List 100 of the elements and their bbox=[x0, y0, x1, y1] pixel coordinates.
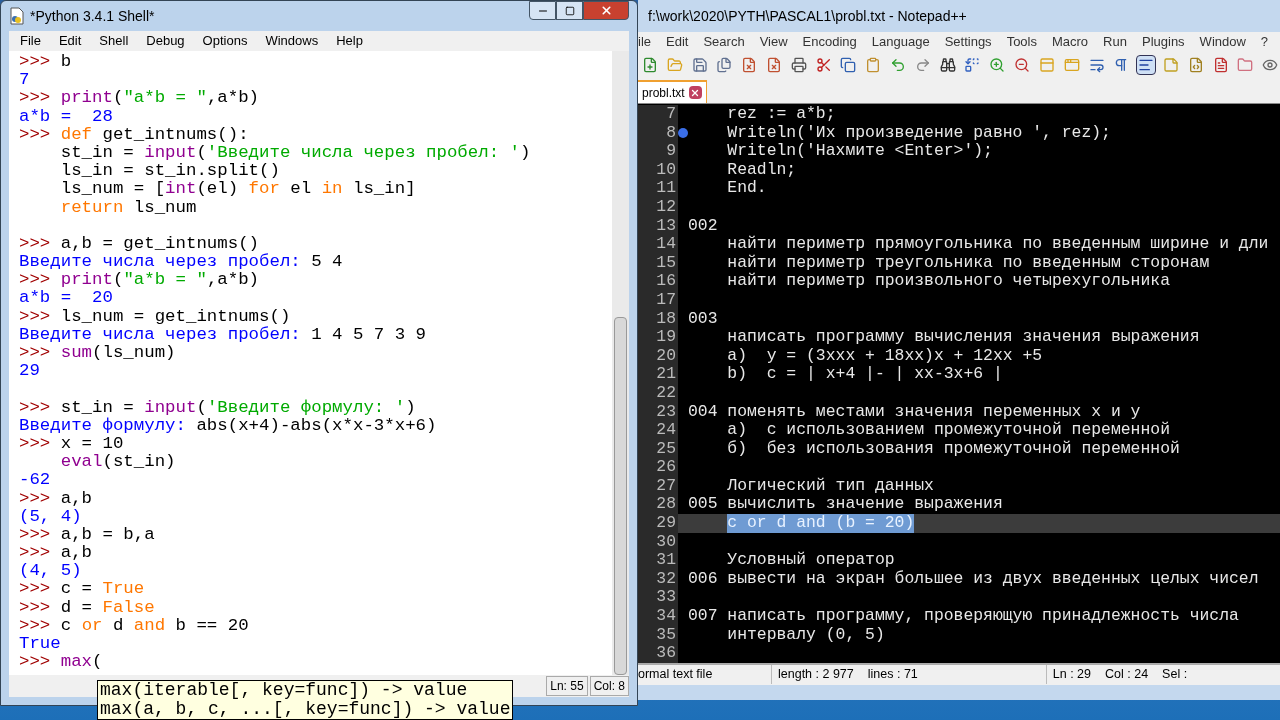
menu-item[interactable]: Options bbox=[202, 31, 248, 51]
status-text: lines : 71 bbox=[866, 666, 919, 684]
shell-line: return ls_num bbox=[59, 198, 198, 217]
shell-line: >>> max( bbox=[19, 653, 104, 672]
menu-item[interactable]: Search bbox=[703, 32, 745, 52]
shell-line: >>> st_in = input('Введите формулу: ') bbox=[19, 398, 417, 417]
text-line: 005 вычислить значение выражения bbox=[688, 495, 1003, 515]
status-text: Ln: 55 bbox=[546, 676, 588, 696]
printer-icon bbox=[790, 57, 807, 73]
menu-item[interactable]: ile bbox=[638, 32, 651, 52]
text-line: Логический тип данных bbox=[726, 476, 934, 496]
undo-icon bbox=[890, 57, 907, 73]
window-icon bbox=[1038, 57, 1055, 73]
shell-line: >>> print("a*b = ",a*b) bbox=[19, 89, 261, 108]
status-text: length : 2 977 bbox=[771, 665, 854, 685]
close-files-icon bbox=[765, 57, 782, 73]
menu-item[interactable]: Macro bbox=[1052, 32, 1089, 52]
shell-line: Введите числа через пробел: 5 4 bbox=[19, 253, 344, 272]
shell-line: ls_num = [int(el) for el in ls_in] bbox=[59, 180, 417, 199]
wrap-icon bbox=[1088, 57, 1105, 73]
text-line: 007 написать программу, проверяющую принадлежность числа bbox=[688, 607, 1239, 626]
folder-icon bbox=[666, 57, 683, 73]
shell-line: 7 bbox=[19, 71, 31, 90]
folder-icon bbox=[1237, 57, 1254, 73]
text-line: 004 поменять местами значения переменных x и y bbox=[688, 402, 1141, 421]
menu-item[interactable]: Plugins bbox=[1141, 32, 1185, 52]
line-number: 26 bbox=[638, 458, 678, 477]
menu-item[interactable]: Shell bbox=[99, 31, 129, 51]
window-title: f:\work\2020\PYTH\PASCAL1\probl.txt - Notepad++ bbox=[648, 6, 967, 26]
line-number: 24 bbox=[638, 421, 678, 440]
menu-item[interactable]: Encoding bbox=[802, 32, 857, 52]
status-text: Ln : 29 bbox=[1045, 665, 1091, 685]
close-file-icon bbox=[741, 57, 758, 73]
shell-line: >>> d = False bbox=[19, 598, 156, 617]
window-title: *Python 3.4.1 Shell* bbox=[30, 6, 155, 26]
menu-item[interactable]: Edit bbox=[58, 31, 82, 51]
menu-item[interactable]: Tools bbox=[1006, 32, 1037, 52]
menu-item[interactable]: View bbox=[759, 32, 788, 52]
menu-item[interactable]: File bbox=[20, 31, 41, 51]
menu-item[interactable]: Help bbox=[336, 31, 363, 51]
minimize-button[interactable] bbox=[529, 1, 556, 20]
shell-line: st_in = input('Введите числа через пробел: ') bbox=[59, 143, 532, 163]
close-icon bbox=[690, 87, 701, 98]
shell-line: Введите числа через пробел: 1 4 5 7 3 9 bbox=[19, 325, 428, 344]
menu-item[interactable]: Settings bbox=[944, 32, 992, 52]
menu-item[interactable]: Run bbox=[1103, 32, 1127, 52]
text-line: 003 bbox=[688, 309, 718, 329]
line-number: 14 bbox=[638, 235, 678, 254]
close-button[interactable] bbox=[583, 1, 629, 20]
text-line: Writeln('Нахмите <Enter>'); bbox=[726, 142, 993, 161]
menu-item[interactable]: ? bbox=[1260, 32, 1269, 52]
shell-line: >>> b bbox=[19, 53, 73, 72]
text-line: Условный оператор bbox=[726, 551, 895, 570]
status-text: ormal text file bbox=[638, 666, 714, 684]
line-number: 7 bbox=[638, 105, 678, 124]
shell-line: >>> x = 10 bbox=[19, 434, 125, 454]
copy-icon bbox=[840, 57, 857, 73]
new-file-icon bbox=[641, 57, 658, 73]
shell-line: >>> a,b bbox=[19, 489, 94, 508]
menu-item[interactable]: Edit bbox=[666, 32, 689, 52]
menu-item[interactable]: Debug bbox=[146, 31, 185, 51]
menu-item[interactable]: Windows bbox=[265, 31, 319, 51]
menu-item[interactable]: Language bbox=[871, 32, 930, 52]
toolbar-button[interactable] bbox=[1136, 55, 1157, 75]
maximize-button[interactable] bbox=[556, 1, 583, 20]
shell-line: (5, 4) bbox=[19, 507, 83, 526]
shell-line: ls_in = st_in.split() bbox=[59, 162, 281, 181]
paste-icon bbox=[865, 57, 882, 73]
document-icon bbox=[1187, 57, 1204, 73]
window-icon bbox=[1063, 57, 1080, 73]
cut-icon bbox=[815, 57, 832, 73]
file-tab[interactable]: probl.txt bbox=[638, 80, 707, 103]
shell-line: a*b = 28 bbox=[19, 107, 114, 126]
text-line: rez := a*b; bbox=[726, 105, 836, 124]
line-number: 9 bbox=[638, 142, 678, 161]
line-number: 16 bbox=[638, 272, 678, 291]
status-text: Sel : bbox=[1161, 666, 1188, 684]
line-number: 21 bbox=[638, 365, 678, 384]
text-line: а) с использованием промежуточной переменной bbox=[726, 421, 1170, 440]
python-file-icon bbox=[9, 7, 25, 25]
text-line: а) y = (3xxx + 18xx)x + 12xx +5 bbox=[726, 346, 1043, 366]
text-line: найти периметр треугольника по введенным сторонам bbox=[726, 253, 1210, 272]
line-number: 33 bbox=[638, 588, 678, 608]
text-line: б) без использования промежуточной переменной bbox=[726, 439, 1180, 459]
text-line: найти периметр прямоугольника по введенным ширине и дли bbox=[726, 235, 1269, 254]
status-text: Col : 24 bbox=[1104, 666, 1149, 684]
text-line: интервалу (0, 5) bbox=[726, 625, 885, 645]
scrollbar[interactable] bbox=[612, 51, 629, 675]
shell-line: >>> ls_num = get_intnums() bbox=[19, 307, 292, 326]
close-tab-icon[interactable] bbox=[688, 86, 702, 99]
zoom-out-icon bbox=[1014, 57, 1031, 73]
maximize-icon bbox=[564, 5, 575, 16]
status-text: Col: 8 bbox=[589, 676, 629, 696]
document-icon bbox=[1212, 57, 1229, 73]
menu-item[interactable]: Window bbox=[1199, 32, 1246, 52]
eye-icon bbox=[1262, 57, 1279, 73]
line-number: 34 bbox=[638, 607, 678, 626]
line-number: 19 bbox=[638, 328, 678, 347]
shell-line: (4, 5) bbox=[19, 562, 83, 581]
line-number: 31 bbox=[638, 551, 678, 570]
